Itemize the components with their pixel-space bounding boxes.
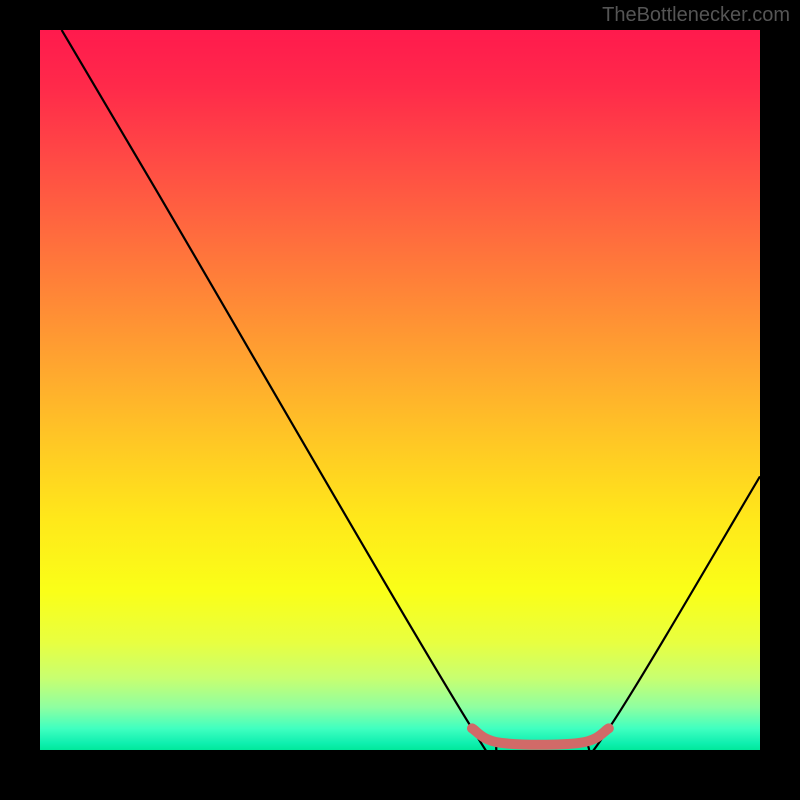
chart-svg (40, 30, 760, 750)
attribution-text: TheBottlenecker.com (602, 4, 790, 27)
chart-plot-area (40, 30, 760, 750)
optimal-range-highlight (472, 728, 609, 744)
bottleneck-curve (62, 30, 760, 750)
